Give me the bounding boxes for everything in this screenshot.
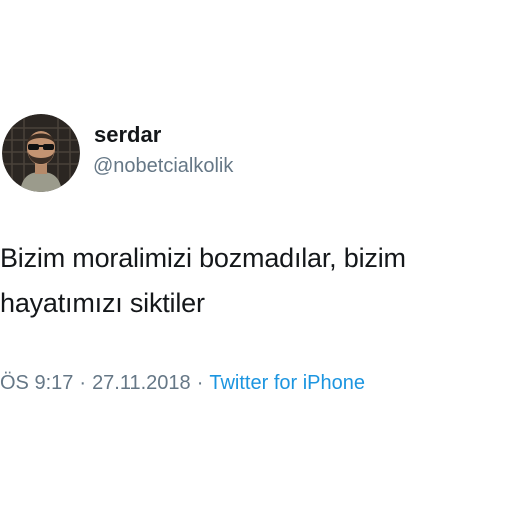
tweet-card: serdar @nobetcialkolik Bizim moralimizi … (0, 0, 512, 512)
meta-separator: · (79, 372, 87, 394)
tweet-date[interactable]: 27.11.2018 (92, 372, 191, 394)
user-handle[interactable]: @nobetcialkolik (93, 154, 233, 178)
avatar-image (2, 114, 80, 192)
tweet-text-line: hayatımızı siktiler (0, 288, 205, 318)
meta-separator: · (196, 372, 204, 394)
tweet-source-link[interactable]: Twitter for iPhone (209, 372, 365, 394)
user-display-name[interactable]: serdar (94, 122, 161, 148)
tweet-meta: ÖS 9:17 · 27.11.2018 · Twitter for iPhone (0, 370, 365, 396)
tweet-text: Bizim moralimizi bozmadılar, bizim hayat… (0, 236, 510, 326)
avatar[interactable] (2, 114, 80, 192)
tweet-text-line: Bizim moralimizi bozmadılar, bizim (0, 243, 406, 273)
tweet-time[interactable]: ÖS 9:17 (0, 372, 73, 394)
